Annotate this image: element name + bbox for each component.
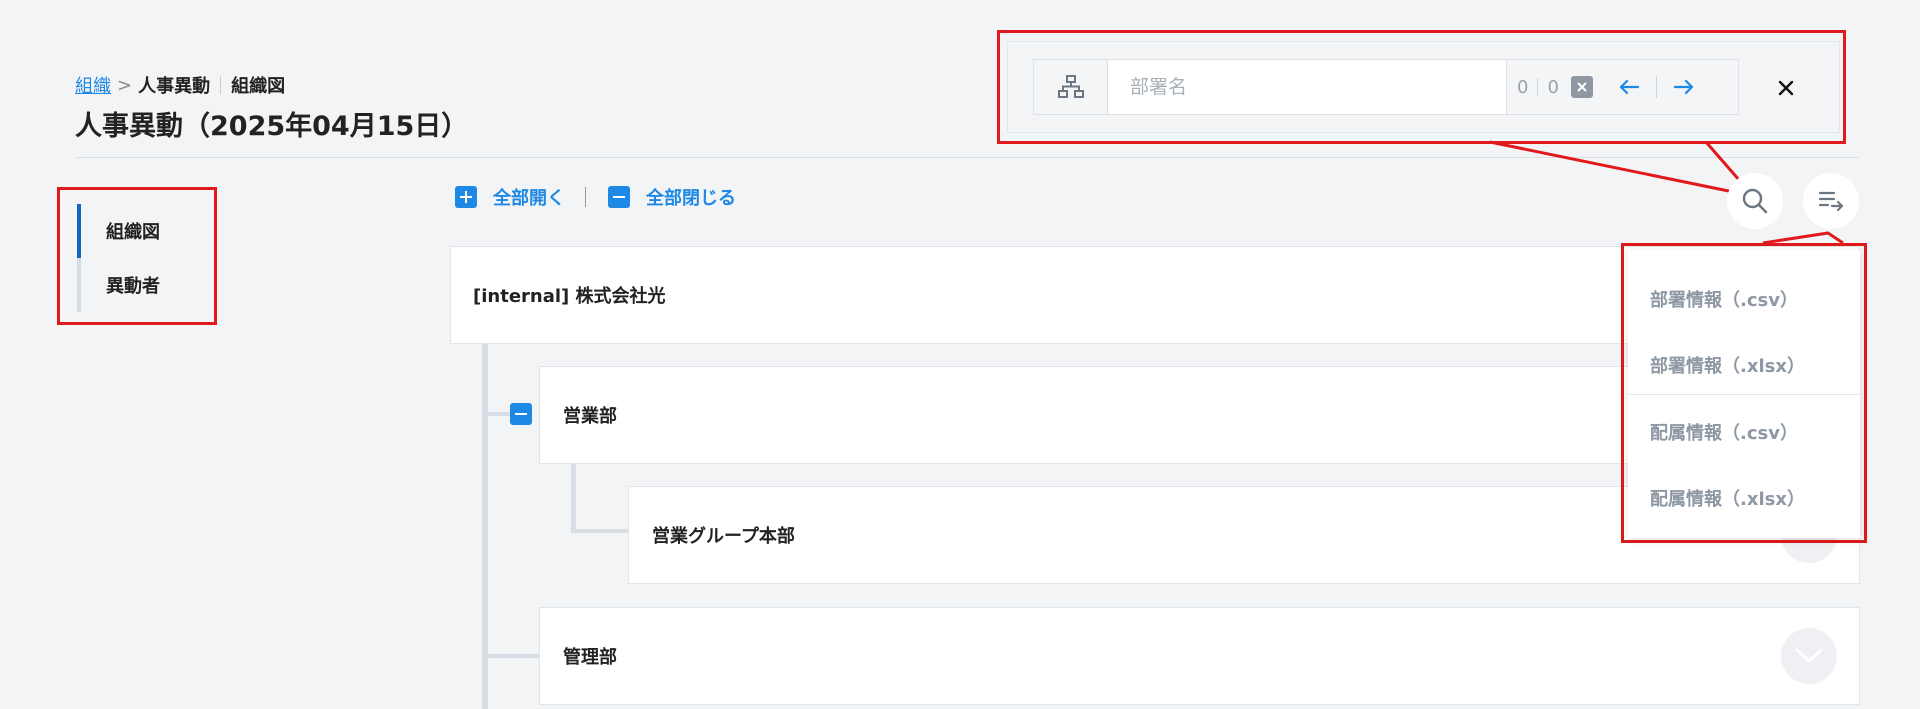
tree-node-label: 営業グループ本部: [652, 526, 795, 547]
plus-square-icon: [455, 186, 477, 208]
page-title: 人事異動（2025年04月15日）: [75, 111, 469, 142]
export-assignment-xlsx[interactable]: 配属情報（.xlsx）: [1628, 465, 1860, 531]
menu-divider: [1628, 394, 1860, 395]
tree-connector-sales-h: [488, 412, 512, 416]
tree-node-label: 管理部: [563, 647, 617, 668]
org-chart-icon: [1034, 60, 1108, 114]
tree-node-admin[interactable]: 管理部: [539, 607, 1860, 705]
search-controls: 0 0: [1506, 60, 1738, 114]
next-result-button[interactable]: [1673, 79, 1694, 95]
search-icon: [1742, 188, 1768, 214]
department-search-input[interactable]: [1108, 60, 1506, 114]
breadcrumb-link-organization[interactable]: 組織: [75, 72, 111, 98]
tree-node-label: 営業部: [563, 406, 617, 427]
collapse-all-label: 全部閉じる: [646, 188, 736, 209]
export-menu-button[interactable]: [1803, 173, 1859, 229]
collapse-all-button[interactable]: 全部閉じる: [608, 184, 736, 210]
toolbar-separator: [585, 187, 586, 207]
arrow-separator: [1655, 76, 1657, 98]
clear-search-button[interactable]: [1570, 76, 1593, 98]
search-count-separator: [1537, 78, 1539, 96]
breadcrumb-divider: [220, 76, 222, 94]
close-icon: [1778, 80, 1794, 96]
export-department-xlsx[interactable]: 部署情報（.xlsx）: [1628, 332, 1860, 398]
close-search-button[interactable]: [1773, 75, 1799, 101]
export-department-csv[interactable]: 部署情報（.csv）: [1628, 266, 1860, 332]
tree-connector-salesgroup-h: [571, 529, 629, 533]
clear-icon: [1577, 82, 1587, 92]
minus-square-icon: [608, 186, 630, 208]
export-menu: 部署情報（.csv） 部署情報（.xlsx） 配属情報（.csv） 配属情報（.…: [1628, 250, 1860, 538]
expand-all-label: 全部開く: [493, 188, 565, 209]
breadcrumb: 組織 > 人事異動 組織図: [75, 72, 286, 98]
header-divider: [75, 157, 1859, 158]
collapse-node-toggle[interactable]: [510, 403, 532, 425]
department-search-box: 0 0: [1033, 59, 1739, 115]
previous-result-button[interactable]: [1619, 79, 1639, 95]
export-assignment-csv[interactable]: 配属情報（.csv）: [1628, 399, 1860, 465]
breadcrumb-current: 人事異動: [138, 76, 211, 97]
breadcrumb-sub: 組織図: [231, 76, 286, 97]
side-nav-item-org-chart[interactable]: 組織図: [77, 204, 207, 258]
tree-connector-sales-v: [571, 464, 576, 532]
breadcrumb-separator: >: [117, 74, 133, 96]
tree-connector-admin-h: [488, 654, 540, 658]
tree-toolbar: 全部開く 全部閉じる: [455, 183, 736, 211]
chevron-down-icon: [1795, 648, 1823, 663]
arrow-right-icon: [1673, 79, 1694, 95]
search-total-count: 0: [1547, 76, 1559, 98]
tree-node-label: [internal] 株式会社光: [473, 286, 666, 307]
search-current-index: 0: [1517, 76, 1529, 98]
side-nav: 組織図 異動者: [57, 187, 217, 325]
export-list-icon: [1818, 191, 1844, 212]
expand-node-admin-button[interactable]: [1781, 628, 1837, 684]
side-nav-item-transferees[interactable]: 異動者: [77, 258, 207, 312]
search-toggle-button[interactable]: [1727, 173, 1783, 229]
arrow-left-icon: [1619, 79, 1639, 95]
search-navigation: [1619, 76, 1694, 98]
expand-all-button[interactable]: 全部開く: [455, 184, 565, 210]
